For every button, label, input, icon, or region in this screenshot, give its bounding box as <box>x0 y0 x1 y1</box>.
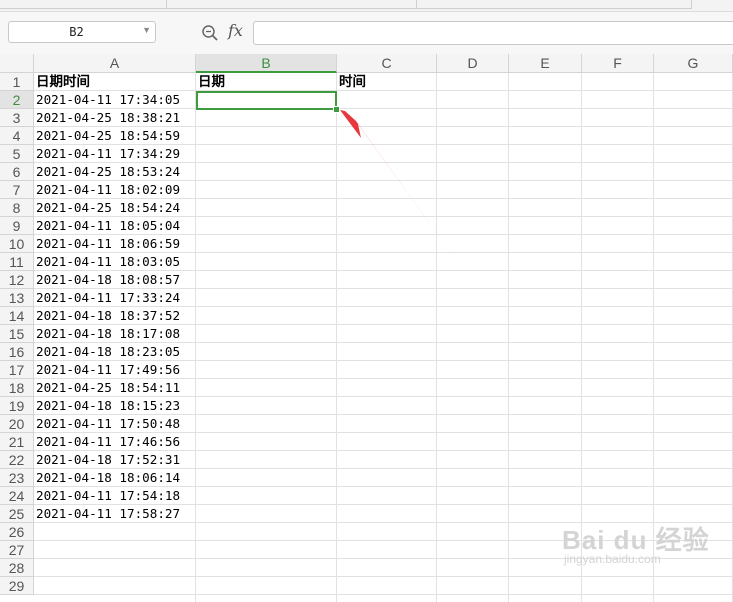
row-header-25[interactable]: 25 <box>0 505 34 523</box>
column-header-f[interactable]: F <box>582 54 654 73</box>
datetime-cell[interactable]: 2021-04-25 18:38:21 <box>36 109 195 127</box>
row-header-27[interactable]: 27 <box>0 541 34 559</box>
row-header-28[interactable]: 28 <box>0 559 34 577</box>
select-all-corner[interactable] <box>0 54 34 73</box>
name-box-value: B2 <box>69 25 84 39</box>
datetime-cell[interactable]: 2021-04-11 17:50:48 <box>36 415 195 433</box>
watermark-url: jingyan.baidu.com <box>564 552 661 566</box>
row-header-3[interactable]: 3 <box>0 109 34 127</box>
datetime-cell[interactable]: 2021-04-18 18:15:23 <box>36 397 195 415</box>
gridline-horizontal <box>34 594 733 595</box>
datetime-cell[interactable]: 2021-04-11 18:03:05 <box>36 253 195 271</box>
header-cell-b[interactable]: 日期 <box>198 73 336 91</box>
row-header-14[interactable]: 14 <box>0 307 34 325</box>
column-header-c[interactable]: C <box>337 54 437 73</box>
row-header-16[interactable]: 16 <box>0 343 34 361</box>
datetime-cell[interactable]: 2021-04-25 18:54:59 <box>36 127 195 145</box>
row-header-22[interactable]: 22 <box>0 451 34 469</box>
datetime-cell[interactable]: 2021-04-11 17:58:27 <box>36 505 195 523</box>
row-header-23[interactable]: 23 <box>0 469 34 487</box>
header-cell-a[interactable]: 日期时间 <box>36 73 195 91</box>
row-header-21[interactable]: 21 <box>0 433 34 451</box>
ribbon-segment <box>166 0 417 9</box>
row-header-12[interactable]: 12 <box>0 271 34 289</box>
datetime-cell[interactable]: 2021-04-25 18:54:24 <box>36 199 195 217</box>
row-header-17[interactable]: 17 <box>0 361 34 379</box>
row-header-15[interactable]: 15 <box>0 325 34 343</box>
zoom-icon[interactable] <box>201 24 219 42</box>
datetime-cell[interactable]: 2021-04-25 18:54:11 <box>36 379 195 397</box>
row-header-11[interactable]: 11 <box>0 253 34 271</box>
column-header-g[interactable]: G <box>654 54 733 73</box>
fx-icon[interactable]: fx <box>228 21 243 40</box>
ribbon-segment <box>0 0 167 9</box>
datetime-cell[interactable]: 2021-04-11 17:54:18 <box>36 487 195 505</box>
formula-input[interactable] <box>253 21 733 45</box>
row-header-10[interactable]: 10 <box>0 235 34 253</box>
datetime-cell[interactable]: 2021-04-11 17:34:05 <box>36 91 195 109</box>
name-box[interactable]: B2 ▼ <box>8 21 156 43</box>
chevron-down-icon[interactable]: ▼ <box>142 25 151 35</box>
row-header-9[interactable]: 9 <box>0 217 34 235</box>
datetime-cell[interactable]: 2021-04-11 17:49:56 <box>36 361 195 379</box>
column-header-a[interactable]: A <box>34 54 196 73</box>
row-header-6[interactable]: 6 <box>0 163 34 181</box>
datetime-cell[interactable]: 2021-04-18 18:37:52 <box>36 307 195 325</box>
ribbon-segment <box>416 0 692 9</box>
gridline-horizontal <box>34 576 733 577</box>
datetime-cell[interactable]: 2021-04-18 18:23:05 <box>36 343 195 361</box>
row-header-4[interactable]: 4 <box>0 127 34 145</box>
column-header-d[interactable]: D <box>437 54 509 73</box>
datetime-cell[interactable]: 2021-04-11 17:34:29 <box>36 145 195 163</box>
datetime-cell[interactable]: 2021-04-11 18:06:59 <box>36 235 195 253</box>
active-cell-b2[interactable] <box>196 91 337 110</box>
row-header-2[interactable]: 2 <box>0 91 34 109</box>
datetime-cell[interactable]: 2021-04-11 17:46:56 <box>36 433 195 451</box>
fill-handle[interactable] <box>333 106 340 113</box>
row-header-19[interactable]: 19 <box>0 397 34 415</box>
row-header-29[interactable]: 29 <box>0 577 34 595</box>
baidu-watermark: Bai du 经验 jingyan.baidu.com <box>562 520 710 566</box>
row-header-26[interactable]: 26 <box>0 523 34 541</box>
row-header-13[interactable]: 13 <box>0 289 34 307</box>
header-cell-c[interactable]: 时间 <box>339 73 436 91</box>
datetime-cell[interactable]: 2021-04-18 18:17:08 <box>36 325 195 343</box>
column-header-e[interactable]: E <box>509 54 582 73</box>
ribbon-strip <box>0 0 733 12</box>
formula-bar: B2 ▼ fx <box>0 12 733 54</box>
row-header-18[interactable]: 18 <box>0 379 34 397</box>
datetime-cell[interactable]: 2021-04-18 17:52:31 <box>36 451 195 469</box>
datetime-cell[interactable]: 2021-04-18 18:06:14 <box>36 469 195 487</box>
row-header-5[interactable]: 5 <box>0 145 34 163</box>
row-header-7[interactable]: 7 <box>0 181 34 199</box>
row-header-24[interactable]: 24 <box>0 487 34 505</box>
row-header-8[interactable]: 8 <box>0 199 34 217</box>
column-header-b[interactable]: B <box>196 54 337 73</box>
datetime-cell[interactable]: 2021-04-11 17:33:24 <box>36 289 195 307</box>
datetime-cell[interactable]: 2021-04-11 18:02:09 <box>36 181 195 199</box>
datetime-cell[interactable]: 2021-04-25 18:53:24 <box>36 163 195 181</box>
datetime-cell[interactable]: 2021-04-11 18:05:04 <box>36 217 195 235</box>
row-header-1[interactable]: 1 <box>0 73 34 91</box>
row-header-20[interactable]: 20 <box>0 415 34 433</box>
datetime-cell[interactable]: 2021-04-18 18:08:57 <box>36 271 195 289</box>
